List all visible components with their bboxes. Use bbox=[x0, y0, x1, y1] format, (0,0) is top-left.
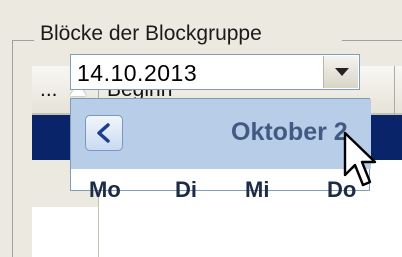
date-value: 14.10.2013 bbox=[77, 60, 198, 86]
chevron-down-icon bbox=[335, 68, 349, 76]
group-border-left bbox=[12, 40, 13, 257]
group-border-top-right bbox=[342, 40, 402, 41]
calendar-header: Oktober 2 bbox=[71, 99, 371, 169]
date-picker-input[interactable]: 14.10.2013 bbox=[70, 54, 360, 90]
window: Blöcke der Blockgruppe ... Beginn En 14.… bbox=[0, 0, 402, 257]
column-header-label: ... bbox=[40, 78, 58, 101]
group-border-top-left bbox=[12, 40, 34, 41]
chevron-left-icon bbox=[97, 123, 110, 143]
weekday-header: Di bbox=[175, 177, 197, 202]
dropdown-button[interactable] bbox=[323, 56, 358, 88]
group-title: Blöcke der Blockgruppe bbox=[40, 22, 262, 45]
calendar-popup: Oktober 2 Mo Di Mi Do bbox=[70, 98, 371, 202]
row-header[interactable] bbox=[32, 207, 99, 257]
calendar-month-title: Oktober 2 bbox=[231, 118, 348, 146]
mouse-pointer-icon bbox=[343, 131, 377, 187]
weekday-header: Mo bbox=[89, 177, 121, 202]
column-header-ende[interactable]: En bbox=[395, 66, 402, 115]
weekday-header: Mi bbox=[245, 177, 270, 202]
previous-month-button[interactable] bbox=[85, 115, 123, 151]
